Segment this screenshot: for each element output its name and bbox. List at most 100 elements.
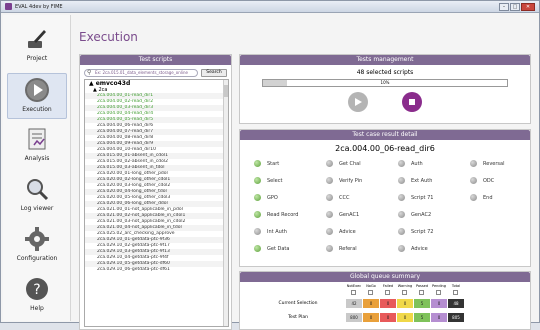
queue-filter-checkbox[interactable] xyxy=(385,290,390,295)
scripts-tree[interactable]: ▲ emvco43d ▲ 2ca 2ca.004.00_01-read_dir1… xyxy=(84,79,229,327)
command-status-referal: Referal xyxy=(326,245,357,252)
app-window: EVAL 4dev by FIME – □ ✕ Project Execution… xyxy=(0,0,540,330)
command-status-advice: Advice xyxy=(326,228,356,235)
queue-cell: 800 xyxy=(346,313,362,322)
status-led-icon xyxy=(398,160,405,167)
progress-label: 10% xyxy=(380,80,390,85)
status-led-icon xyxy=(254,194,261,201)
sidebar-item-execution[interactable]: Execution xyxy=(7,73,67,119)
stop-button[interactable] xyxy=(402,92,422,112)
command-status-genac2: GenAC2 xyxy=(398,211,431,218)
command-status-script-71: Script 71 xyxy=(398,194,433,201)
sidebar-item-label: Help xyxy=(30,305,44,312)
sidebar-item-label: Analysis xyxy=(24,155,50,162)
queue-row-label: Current Selection xyxy=(278,301,318,306)
sidebar-item-log-viewer[interactable]: Log viewer xyxy=(7,173,67,219)
command-label: Start xyxy=(267,160,280,167)
svg-text:?: ? xyxy=(33,282,40,298)
command-label: Auth xyxy=(411,160,423,167)
command-status-get-chal: Get Chal xyxy=(326,160,361,167)
command-label: GenAC1 xyxy=(339,211,360,218)
command-label: Read Record xyxy=(267,211,299,218)
status-led-icon xyxy=(254,177,261,184)
status-led-icon xyxy=(254,160,261,167)
search-placeholder: Ex: 2ca.015.01_data_elements_storage_onl… xyxy=(95,70,188,75)
queue-filter-checkbox[interactable] xyxy=(351,290,356,295)
queue-cell: 0 xyxy=(363,299,379,308)
tree-root[interactable]: ▲ emvco43d xyxy=(85,80,228,87)
window-title: EVAL 4dev by FIME xyxy=(15,3,63,10)
status-led-icon xyxy=(326,245,333,252)
queue-summary-panel: Global queue summary NotExec NoGo Failed Wa… xyxy=(239,271,531,330)
sidebar-item-label: Configuration xyxy=(16,255,58,262)
queue-cell: 0 xyxy=(431,313,447,322)
status-led-icon xyxy=(326,228,333,235)
status-led-icon xyxy=(470,160,477,167)
queue-filter-checkbox[interactable] xyxy=(368,290,373,295)
scrollbar-thumb[interactable] xyxy=(224,85,228,97)
queue-summary-header: Global queue summary xyxy=(240,272,530,282)
queue-cell: 0 xyxy=(380,313,396,322)
queue-cell: 5 xyxy=(414,313,430,322)
command-label: End xyxy=(483,194,493,201)
sidebar-item-configuration[interactable]: Configuration xyxy=(7,223,67,269)
command-status-script-72: Script 72 xyxy=(398,228,433,235)
command-status-gpo: GPO xyxy=(254,194,278,201)
sidebar-item-project[interactable]: Project xyxy=(7,23,67,69)
app-icon xyxy=(5,3,12,10)
status-led-icon xyxy=(326,194,333,201)
progress-bar: 10% xyxy=(262,79,508,87)
command-status-int-auth: Int Auth xyxy=(254,228,287,235)
command-status-genac1: GenAC1 xyxy=(326,211,359,218)
status-led-icon xyxy=(326,160,333,167)
status-led-icon xyxy=(398,177,405,184)
queue-column-header: Warning xyxy=(397,284,413,288)
test-scripts-panel: Test scripts ⚲ Ex: 2ca.015.01_data_eleme… xyxy=(79,54,232,330)
queue-filter-checkbox[interactable] xyxy=(419,290,424,295)
search-input[interactable]: ⚲ Ex: 2ca.015.01_data_elements_storage_o… xyxy=(84,69,198,77)
command-status-odc: ODC xyxy=(470,177,494,184)
command-status-advice: Advice xyxy=(398,245,428,252)
search-button[interactable]: Search xyxy=(201,69,227,77)
tree-scrollbar[interactable] xyxy=(223,80,228,326)
command-label: ODC xyxy=(483,177,495,184)
status-led-icon xyxy=(326,211,333,218)
result-detail-panel: Test case result detail 2ca.004.00_06-re… xyxy=(239,129,531,267)
play-icon xyxy=(23,76,51,104)
command-status-reversal: Reversal xyxy=(470,160,504,167)
sidebar-item-help[interactable]: ? Help xyxy=(7,273,67,319)
queue-filter-checkbox[interactable] xyxy=(453,290,458,295)
queue-cell: 0 xyxy=(380,299,396,308)
command-label: Referal xyxy=(339,245,357,252)
status-led-icon xyxy=(326,177,333,184)
minimize-button[interactable]: – xyxy=(499,2,509,11)
command-label: Int Auth xyxy=(267,228,287,235)
script-row[interactable]: 2ca.029.10_06-getdata-ptc-df61 xyxy=(85,267,228,273)
play-button[interactable] xyxy=(348,92,368,112)
tests-management-panel: Tests management 48 selected scripts 10% xyxy=(239,54,531,124)
queue-filter-checkbox[interactable] xyxy=(402,290,407,295)
queue-column-header: NotExec xyxy=(346,284,362,288)
close-button[interactable]: ✕ xyxy=(521,2,535,11)
queue-cell: 0 xyxy=(397,313,413,322)
selected-script-name: 2ca.004.00_06-read_dir6 xyxy=(335,144,435,153)
command-status-auth: Auth xyxy=(398,160,423,167)
sidebar: Project Execution Analysis Log viewer Config… xyxy=(3,15,71,321)
selected-count: 48 selected scripts xyxy=(356,69,414,76)
pen-icon xyxy=(23,25,51,53)
command-status-ccc: CCC xyxy=(326,194,349,201)
command-label: Advice xyxy=(339,228,356,235)
page-title: Execution xyxy=(79,30,138,44)
command-status-ext-auth: Ext Auth xyxy=(398,177,432,184)
command-label: Get Data xyxy=(267,245,290,252)
queue-cell: 0 xyxy=(431,299,447,308)
queue-column-header: Total xyxy=(451,284,461,288)
sidebar-item-analysis[interactable]: Analysis xyxy=(7,123,67,169)
queue-cell: 42 xyxy=(346,299,362,308)
queue-filter-checkbox[interactable] xyxy=(436,290,441,295)
queue-cell: 805 xyxy=(448,313,464,322)
command-label: Get Chal xyxy=(339,160,361,167)
window-controls: – □ ✕ xyxy=(499,2,535,11)
sidebar-item-label: Execution xyxy=(22,106,52,113)
maximize-button[interactable]: □ xyxy=(510,2,520,11)
